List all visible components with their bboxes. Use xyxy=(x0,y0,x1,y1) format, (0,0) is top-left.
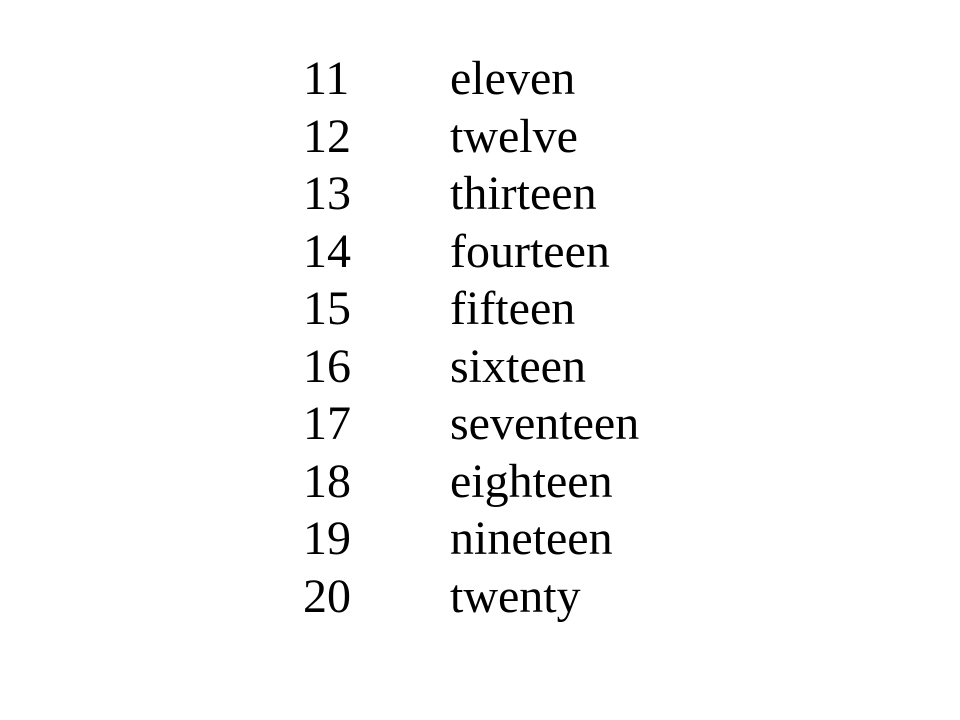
number-word: fifteen xyxy=(450,282,576,335)
list-item: 19 nineteen xyxy=(303,510,639,568)
numeral-value: 11 xyxy=(303,52,350,105)
list-item: 15 fifteen xyxy=(303,280,639,338)
number-word: eighteen xyxy=(450,454,613,508)
numeral-value: 18 xyxy=(303,454,351,508)
page-canvas: 11 eleven 12 twelve 13 thirteen 14 fourt… xyxy=(0,0,960,720)
numeral-value: 13 xyxy=(303,167,351,220)
number-word: thirteen xyxy=(450,167,597,220)
numeral-value: 15 xyxy=(303,282,351,335)
number-word: fourteen xyxy=(450,224,610,278)
number-word: eleven xyxy=(450,52,576,105)
list-item: 12 twelve xyxy=(303,108,639,166)
list-item: 13 thirteen xyxy=(303,165,639,223)
list-item: 20 twenty xyxy=(303,568,639,626)
numeral-value: 17 xyxy=(303,397,351,450)
list-item: 14 fourteen xyxy=(303,223,639,281)
number-word: twelve xyxy=(450,109,578,163)
number-word-list: 11 eleven 12 twelve 13 thirteen 14 fourt… xyxy=(303,50,639,625)
list-item: 11 eleven xyxy=(303,50,639,108)
list-item: 17 seventeen xyxy=(303,395,639,453)
numeral-value: 20 xyxy=(303,569,351,623)
number-word: sixteen xyxy=(450,339,586,393)
numeral-value: 12 xyxy=(303,109,351,163)
number-word: seventeen xyxy=(450,397,640,450)
numeral-value: 14 xyxy=(303,224,351,278)
list-item: 18 eighteen xyxy=(303,453,639,511)
numeral-value: 19 xyxy=(303,512,351,565)
number-word: twenty xyxy=(450,569,581,623)
numeral-value: 16 xyxy=(303,339,351,393)
number-word: nineteen xyxy=(450,512,613,565)
list-item: 16 sixteen xyxy=(303,338,639,396)
